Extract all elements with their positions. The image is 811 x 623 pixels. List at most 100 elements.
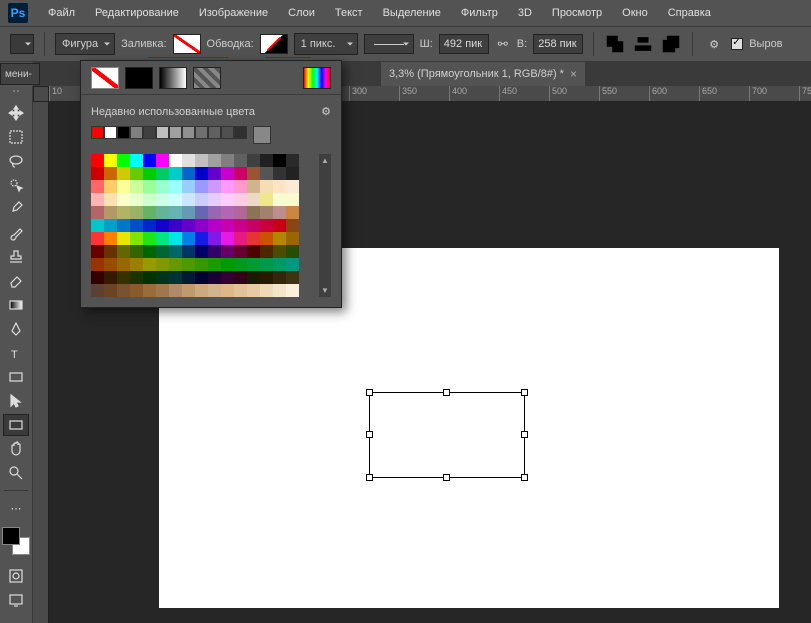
color-swatch[interactable] (169, 284, 182, 297)
color-swatch[interactable] (169, 206, 182, 219)
color-swatch[interactable] (247, 219, 260, 232)
color-swatch[interactable] (221, 245, 234, 258)
hand-tool[interactable] (3, 438, 29, 460)
color-swatch[interactable] (195, 154, 208, 167)
color-swatch[interactable] (117, 206, 130, 219)
scroll-up-icon[interactable]: ▲ (321, 156, 329, 165)
color-swatch[interactable] (117, 154, 130, 167)
scroll-down-icon[interactable]: ▼ (321, 286, 329, 295)
color-swatch[interactable] (286, 245, 299, 258)
color-swatch[interactable] (273, 245, 286, 258)
color-swatch[interactable] (260, 284, 273, 297)
color-swatch[interactable] (117, 245, 130, 258)
color-swatch[interactable] (156, 167, 169, 180)
menu-layers[interactable]: Слои (280, 3, 323, 23)
menu-view[interactable]: Просмотр (544, 3, 610, 23)
resize-handle[interactable] (521, 389, 528, 396)
path-arrange-icon[interactable] (660, 33, 682, 55)
stamp-tool[interactable] (3, 246, 29, 268)
stroke-swatch[interactable] (260, 34, 288, 54)
fill-type-none[interactable] (91, 67, 119, 89)
gear-icon[interactable]: ⚙ (321, 105, 331, 118)
document-tab[interactable]: 3,3% (Прямоугольник 1, RGB/8#) * × (381, 62, 585, 86)
color-swatch[interactable] (182, 167, 195, 180)
color-swatch[interactable] (91, 193, 104, 206)
color-swatch[interactable] (169, 232, 182, 245)
menu-edit[interactable]: Редактирование (87, 3, 187, 23)
color-swatch[interactable] (195, 258, 208, 271)
color-swatch[interactable] (91, 180, 104, 193)
color-swatch[interactable] (130, 219, 143, 232)
color-swatch[interactable] (182, 154, 195, 167)
eraser-tool[interactable] (3, 270, 29, 292)
color-swatch[interactable] (260, 271, 273, 284)
color-swatch[interactable] (169, 154, 182, 167)
color-swatch[interactable] (208, 271, 221, 284)
type-tool[interactable]: T (3, 342, 29, 364)
color-swatch[interactable] (286, 206, 299, 219)
color-swatch[interactable] (156, 271, 169, 284)
color-swatch[interactable] (143, 232, 156, 245)
color-swatch[interactable] (143, 284, 156, 297)
color-swatch[interactable] (143, 271, 156, 284)
move-tool[interactable] (3, 102, 29, 124)
resize-handle[interactable] (521, 474, 528, 481)
color-swatch[interactable] (221, 206, 234, 219)
recent-swatch[interactable] (143, 126, 156, 139)
color-swatch[interactable] (260, 206, 273, 219)
color-swatch[interactable] (104, 154, 117, 167)
color-swatch[interactable] (104, 232, 117, 245)
color-swatch[interactable] (143, 180, 156, 193)
recent-swatch[interactable] (182, 126, 195, 139)
color-swatch[interactable] (208, 232, 221, 245)
recent-swatch[interactable] (195, 126, 208, 139)
marquee-tool[interactable] (3, 126, 29, 148)
color-swatch[interactable] (286, 271, 299, 284)
resize-handle[interactable] (443, 389, 450, 396)
color-swatch[interactable] (260, 219, 273, 232)
color-swatch[interactable] (208, 167, 221, 180)
color-swatch[interactable] (260, 167, 273, 180)
gear-icon[interactable]: ⚙ (703, 33, 725, 55)
color-swatch[interactable] (195, 232, 208, 245)
color-swatch[interactable] (221, 154, 234, 167)
color-swatch[interactable] (195, 193, 208, 206)
color-swatch[interactable] (182, 193, 195, 206)
color-swatch[interactable] (182, 232, 195, 245)
color-swatch[interactable] (91, 232, 104, 245)
color-swatch[interactable] (260, 245, 273, 258)
color-swatch[interactable] (273, 219, 286, 232)
color-swatch[interactable] (208, 284, 221, 297)
color-swatch[interactable] (195, 206, 208, 219)
color-swatch[interactable] (104, 219, 117, 232)
resize-handle[interactable] (366, 431, 373, 438)
color-swatch[interactable] (117, 193, 130, 206)
scrollbar[interactable]: ▲ ▼ (319, 154, 331, 297)
color-swatch[interactable] (117, 258, 130, 271)
menu-file[interactable]: Файл (40, 3, 83, 23)
color-swatch[interactable] (273, 180, 286, 193)
stroke-style-dropdown[interactable] (364, 34, 414, 54)
color-swatch[interactable] (234, 193, 247, 206)
color-swatch[interactable] (273, 206, 286, 219)
color-swatch[interactable] (91, 245, 104, 258)
color-swatch[interactable] (195, 245, 208, 258)
recent-swatch[interactable] (221, 126, 234, 139)
color-swatch[interactable] (182, 219, 195, 232)
partial-tab[interactable]: мени- (0, 63, 40, 85)
color-swatch[interactable] (247, 154, 260, 167)
color-swatch[interactable] (169, 167, 182, 180)
close-icon[interactable]: × (570, 67, 577, 81)
color-swatch[interactable] (273, 271, 286, 284)
menu-image[interactable]: Изображение (191, 3, 276, 23)
color-swatch[interactable] (286, 219, 299, 232)
menu-help[interactable]: Справка (660, 3, 719, 23)
color-swatch[interactable] (169, 258, 182, 271)
color-swatch[interactable] (143, 258, 156, 271)
color-swatch[interactable] (143, 245, 156, 258)
recent-swatch[interactable] (156, 126, 169, 139)
zoom-tool[interactable] (3, 462, 29, 484)
color-swatch[interactable] (182, 258, 195, 271)
color-swatch[interactable] (91, 219, 104, 232)
color-swatch[interactable] (182, 206, 195, 219)
